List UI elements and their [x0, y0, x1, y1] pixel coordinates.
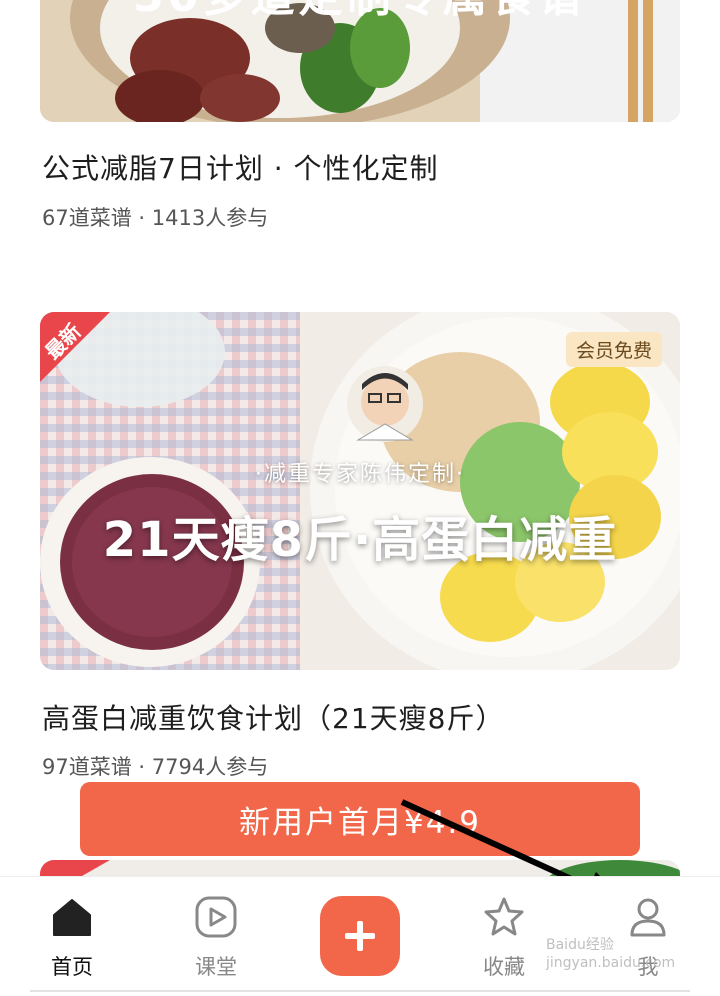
tab-label: 收藏 — [483, 955, 525, 979]
tab-home[interactable]: 首页 — [22, 877, 122, 996]
divider — [30, 990, 690, 992]
star-icon — [484, 897, 524, 936]
pointer-arrow-annotation — [400, 799, 630, 908]
tab-favorites[interactable]: 收藏 — [454, 877, 554, 996]
user-icon — [630, 898, 666, 937]
watermark: Baidu经验 jingyan.baidu.com — [546, 937, 676, 971]
home-icon — [53, 899, 91, 936]
tab-label: 首页 — [51, 955, 93, 979]
play-icon — [195, 896, 237, 938]
tab-classroom[interactable]: 课堂 — [166, 877, 266, 996]
tab-label: 课堂 — [195, 955, 237, 979]
plus-icon[interactable] — [320, 896, 400, 976]
